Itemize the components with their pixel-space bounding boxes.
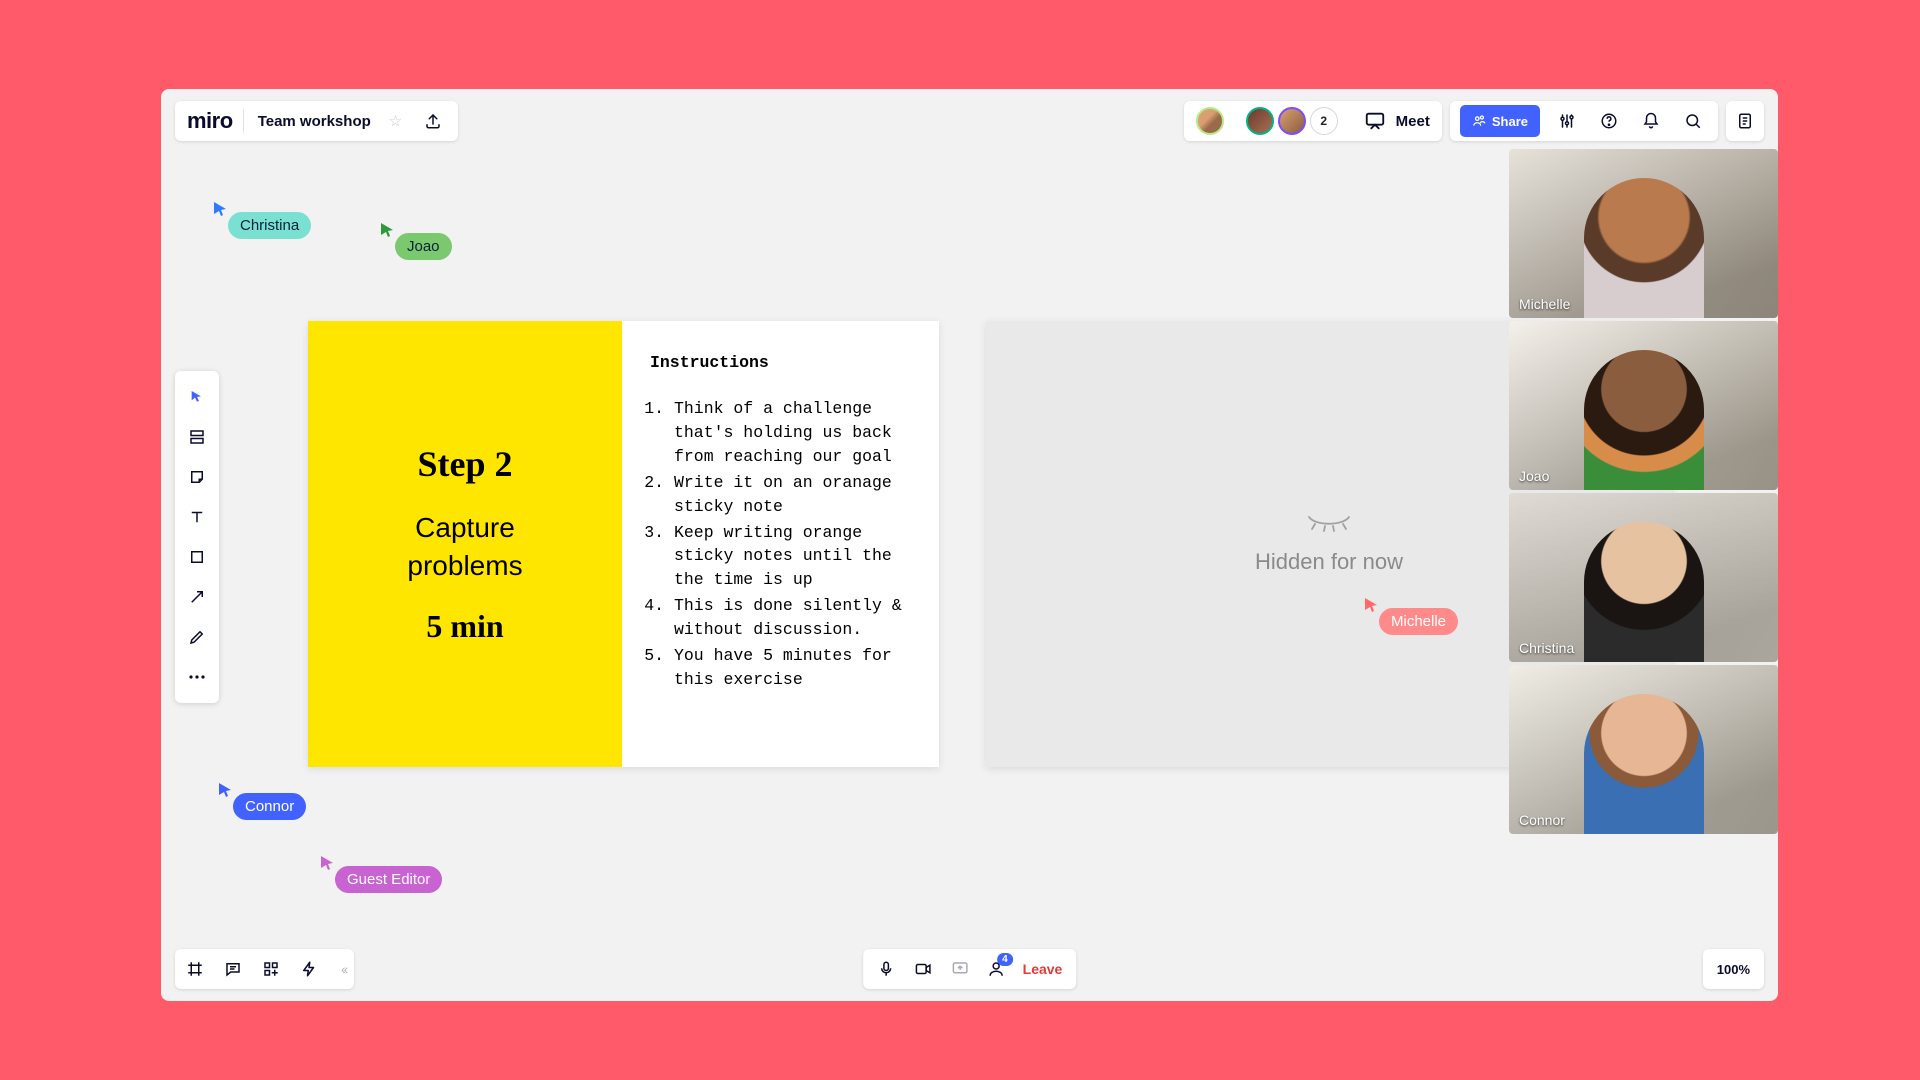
select-tool[interactable] — [175, 377, 219, 417]
cursor-label: Joao — [395, 233, 452, 260]
app-frame: miro Team workshop ☆ 2 Meet Share — [161, 89, 1778, 1001]
step-panel: Step 2 Capture problems 5 min — [308, 321, 622, 767]
instructions-panel: Instructions Think of a challenge that's… — [622, 321, 939, 767]
presence-pill: 2 Meet — [1184, 101, 1442, 141]
comments-icon[interactable] — [221, 960, 245, 978]
export-icon[interactable] — [416, 112, 450, 130]
collapse-icon[interactable]: ‹‹ — [335, 961, 346, 977]
activity-icon[interactable] — [297, 960, 321, 978]
video-name: Joao — [1519, 468, 1549, 484]
star-icon[interactable]: ☆ — [385, 112, 406, 130]
bottom-toolbar: ‹‹ — [175, 949, 354, 989]
header-left: miro Team workshop ☆ — [175, 101, 458, 141]
bell-icon[interactable] — [1636, 112, 1666, 130]
zoom-level[interactable]: 100% — [1703, 949, 1764, 989]
leave-button[interactable]: Leave — [1023, 961, 1063, 977]
help-icon[interactable] — [1594, 112, 1624, 130]
video-column: Michelle Joao Christina Connor — [1509, 149, 1778, 834]
settings-icon[interactable] — [1552, 112, 1582, 130]
cursor-guest: Guest Editor — [323, 858, 442, 893]
actions-pill: Share — [1450, 101, 1718, 141]
avatar[interactable] — [1278, 107, 1306, 135]
present-icon[interactable] — [1364, 110, 1386, 132]
cursor-label: Connor — [233, 793, 306, 820]
video-name: Christina — [1519, 640, 1574, 656]
avatar-overflow-count[interactable]: 2 — [1310, 107, 1338, 135]
meet-bar: 4 Leave — [863, 949, 1077, 989]
frames-icon[interactable] — [183, 960, 207, 978]
list-item: Keep writing orange sticky notes until t… — [674, 521, 911, 593]
hidden-label: Hidden for now — [1255, 549, 1403, 575]
list-item: You have 5 minutes for this exercise — [674, 644, 911, 692]
share-button[interactable]: Share — [1460, 105, 1540, 137]
cursor-label: Christina — [228, 212, 311, 239]
header-right: 2 Meet Share — [1184, 101, 1764, 141]
mic-icon[interactable] — [877, 960, 895, 978]
pen-tool[interactable] — [175, 617, 219, 657]
video-name: Connor — [1519, 812, 1565, 828]
cursor-label: Michelle — [1379, 608, 1458, 635]
board-title[interactable]: Team workshop — [254, 113, 375, 130]
instructions-heading: Instructions — [650, 351, 911, 375]
video-tile[interactable]: Connor — [1509, 665, 1778, 834]
list-item: Think of a challenge that's holding us b… — [674, 397, 911, 469]
list-item: Write it on an oranage sticky note — [674, 471, 911, 519]
search-icon[interactable] — [1678, 112, 1708, 130]
participants-count: 4 — [997, 953, 1013, 966]
text-tool[interactable] — [175, 497, 219, 537]
share-label: Share — [1492, 114, 1528, 129]
participants-icon[interactable]: 4 — [987, 960, 1005, 978]
cursor-christina: Christina — [216, 204, 311, 239]
list-item: This is done silently & without discussi… — [674, 594, 911, 642]
video-name: Michelle — [1519, 296, 1570, 312]
avatar[interactable] — [1196, 107, 1224, 135]
templates-tool[interactable] — [175, 417, 219, 457]
sticky-tool[interactable] — [175, 457, 219, 497]
apps-icon[interactable] — [259, 960, 283, 978]
video-tile[interactable]: Christina — [1509, 493, 1778, 662]
avatar[interactable] — [1246, 107, 1274, 135]
cursor-michelle: Michelle — [1367, 600, 1458, 635]
cursor-label: Guest Editor — [335, 866, 442, 893]
logo[interactable]: miro — [187, 108, 233, 134]
cursor-joao: Joao — [383, 225, 452, 260]
step-time: 5 min — [426, 608, 503, 645]
instruction-card[interactable]: Step 2 Capture problems 5 min Instructio… — [308, 321, 939, 767]
divider — [243, 109, 244, 133]
shape-tool[interactable] — [175, 537, 219, 577]
video-tile[interactable]: Michelle — [1509, 149, 1778, 318]
eye-closed-icon — [1305, 513, 1353, 533]
instructions-list: Think of a challenge that's holding us b… — [650, 397, 911, 692]
step-title: Capture problems — [407, 509, 522, 585]
video-tile[interactable]: Joao — [1509, 321, 1778, 490]
step-label: Step 2 — [417, 443, 512, 485]
tool-palette — [175, 371, 219, 703]
notes-pill[interactable] — [1726, 101, 1764, 141]
more-tools[interactable] — [175, 657, 219, 697]
meet-button[interactable]: Meet — [1396, 113, 1430, 130]
camera-icon[interactable] — [913, 960, 933, 978]
arrow-tool[interactable] — [175, 577, 219, 617]
screenshare-icon[interactable] — [951, 960, 969, 978]
cursor-connor: Connor — [221, 785, 306, 820]
